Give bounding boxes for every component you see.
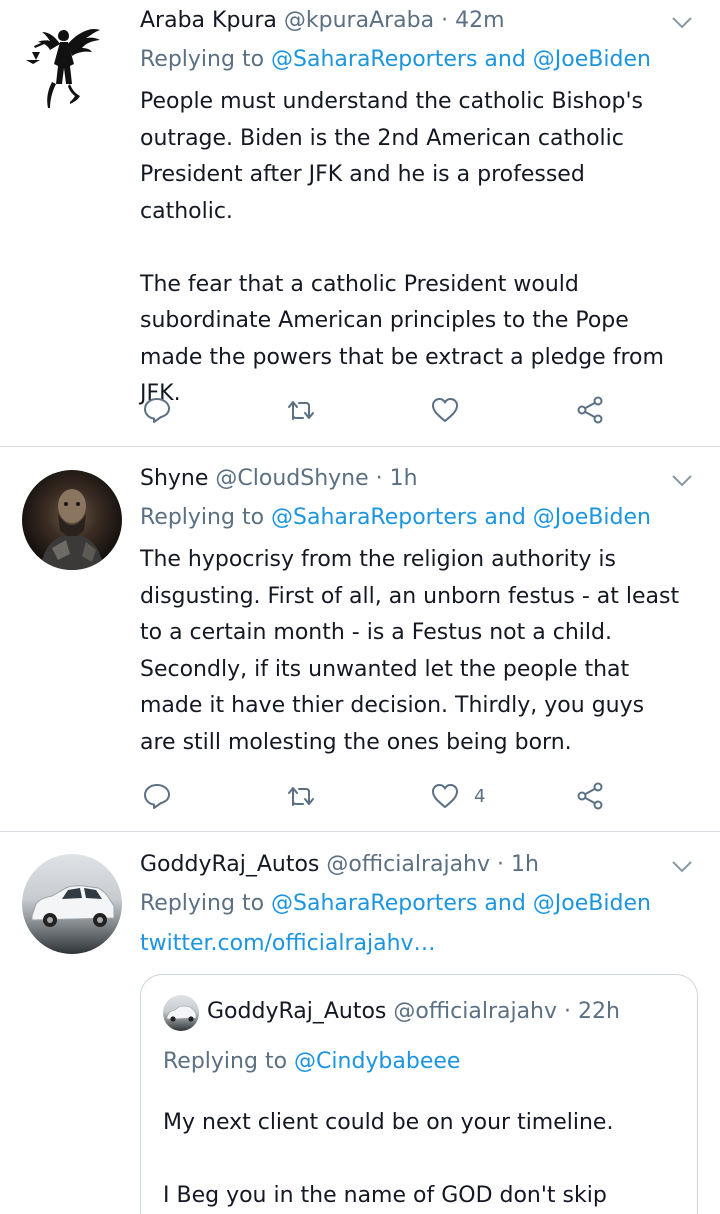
reply-button[interactable] (142, 776, 172, 816)
like-button[interactable] (430, 390, 474, 430)
retweet-icon (288, 401, 314, 420)
tweet-header: Araba Kpura @kpuraAraba · 42m (140, 8, 505, 33)
replying-to: Replying to @SaharaReporters and @JoeBid… (140, 505, 651, 530)
retweet-button[interactable] (286, 390, 316, 430)
tweet-divider (0, 446, 720, 447)
tweet-divider (0, 831, 720, 832)
replying-prefix: Replying to (140, 47, 265, 72)
car-photo-icon (31, 885, 115, 927)
tweet-paragraph: My next client could be on your timeline… (163, 1110, 614, 1135)
reply-button[interactable] (142, 390, 172, 430)
retweet-icon (288, 787, 314, 806)
replying-to: Replying to @SaharaReporters and @JoeBid… (140, 891, 651, 916)
display-name: GoddyRaj_Autos (207, 999, 387, 1024)
chevron-down-icon[interactable] (670, 468, 694, 492)
heart-icon (432, 784, 458, 808)
replying-prefix: Replying to (163, 1049, 288, 1074)
retweet-button[interactable] (286, 776, 316, 816)
quoted-tweet-header: GoddyRaj_Autos @officialrajahv · 22h (207, 999, 620, 1024)
share-icon (577, 782, 603, 810)
warrior-portrait-icon (40, 489, 104, 570)
mention-link[interactable]: @SaharaReporters (271, 891, 477, 916)
mention-link[interactable]: @JoeBiden (533, 47, 651, 72)
like-count: 4 (474, 785, 486, 807)
reply-icon (144, 398, 170, 423)
tweet-text: People must understand the catholic Bish… (140, 84, 680, 413)
replying-to: Replying to @Cindybabeee (163, 1049, 460, 1074)
car-photo-icon (166, 1005, 197, 1022)
mention-link[interactable]: @SaharaReporters (271, 47, 477, 72)
replying-prefix: Replying to (140, 891, 265, 916)
tweet[interactable]: Araba Kpura @kpuraAraba · 42m Replying t… (0, 0, 720, 447)
replying-prefix: Replying to (140, 505, 265, 530)
user-handle[interactable]: @CloudShyne (215, 466, 368, 491)
display-name[interactable]: GoddyRaj_Autos (140, 852, 319, 877)
avatar[interactable] (22, 854, 122, 954)
replying-and: and (484, 47, 526, 72)
share-icon (577, 396, 603, 424)
tweet-actions (140, 390, 620, 430)
mention-link[interactable]: @JoeBiden (533, 505, 651, 530)
timestamp[interactable]: · 1h (376, 466, 418, 491)
avatar[interactable] (24, 12, 104, 112)
tweet[interactable]: Shyne @CloudShyne · 1h Replying to @Saha… (0, 458, 720, 832)
timestamp[interactable]: · 1h (497, 852, 539, 877)
display-name[interactable]: Shyne (140, 466, 208, 491)
tweet-paragraph: I Beg you in the name of GOD don't skip (163, 1183, 607, 1208)
chevron-down-icon[interactable] (670, 10, 694, 34)
mention-link[interactable]: @SaharaReporters (271, 505, 477, 530)
replying-to: Replying to @SaharaReporters and @JoeBid… (140, 47, 651, 72)
angel-justice-icon (26, 28, 100, 108)
reply-icon (144, 784, 170, 809)
tweet-text: The hypocrisy from the religion authorit… (140, 542, 680, 761)
user-handle: @officialrajahv (393, 999, 558, 1024)
heart-icon (432, 398, 458, 422)
tweet-paragraph: The hypocrisy from the religion authorit… (140, 547, 687, 755)
user-handle[interactable]: @officialrajahv (326, 852, 490, 877)
tweet-header: GoddyRaj_Autos @officialrajahv · 1h (140, 852, 539, 877)
share-button[interactable] (575, 776, 605, 816)
tweet-actions: 4 (140, 776, 620, 816)
replying-and: and (484, 891, 526, 916)
avatar[interactable] (22, 470, 122, 570)
quoted-tweet[interactable]: GoddyRaj_Autos @officialrajahv · 22h Rep… (140, 974, 698, 1214)
tweet-paragraph: People must understand the catholic Bish… (140, 89, 651, 224)
mention-link[interactable]: @Cindybabeee (294, 1049, 460, 1074)
chevron-down-icon[interactable] (670, 854, 694, 878)
tweet-header: Shyne @CloudShyne · 1h (140, 466, 418, 491)
timestamp: · 22h (564, 999, 620, 1024)
share-button[interactable] (575, 390, 605, 430)
display-name[interactable]: Araba Kpura (140, 8, 277, 33)
replying-and: and (484, 505, 526, 530)
quoted-tweet-text: My next client could be on your timeline… (163, 1105, 683, 1214)
timestamp[interactable]: · 42m (441, 8, 504, 33)
like-button[interactable]: 4 (430, 776, 485, 816)
mention-link[interactable]: @JoeBiden (533, 891, 651, 916)
avatar[interactable] (163, 995, 199, 1031)
user-handle[interactable]: @kpuraAraba (284, 8, 434, 33)
tweet-link[interactable]: twitter.com/officialrajahv… (140, 931, 436, 956)
